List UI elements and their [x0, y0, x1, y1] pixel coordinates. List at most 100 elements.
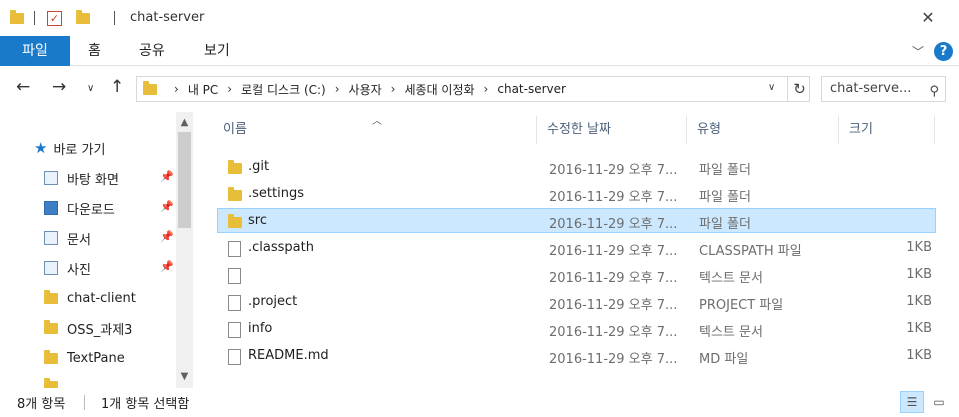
file-icon: [228, 322, 241, 338]
column-header-size[interactable]: 크기: [839, 116, 935, 144]
file-name: info: [248, 321, 273, 336]
breadcrumb-item[interactable]: 세종대 이정화: [404, 81, 474, 98]
file-icon: [228, 349, 241, 365]
details-view-icon[interactable]: ☰: [900, 391, 924, 413]
window-title: chat-server: [130, 10, 205, 25]
file-type: 파일 폴더: [699, 190, 751, 205]
table-row[interactable]: src 2016-11-29 오후 7... 파일 폴더: [217, 208, 936, 233]
help-button[interactable]: ?: [934, 42, 953, 61]
nav-item-pictures[interactable]: 사진: [44, 256, 91, 280]
recent-locations-chevron-icon[interactable]: ∨: [87, 83, 94, 94]
pin-icon[interactable]: 📌: [160, 230, 174, 243]
nav-item-oss[interactable]: OSS_과제3: [44, 316, 132, 340]
column-header-type[interactable]: 유형: [687, 116, 839, 144]
forward-arrow-icon[interactable]: →: [52, 77, 66, 97]
search-box[interactable]: chat-serve... ⚲: [821, 76, 946, 102]
folder-icon: [44, 377, 58, 388]
file-type: 텍스트 문서: [699, 325, 763, 340]
breadcrumb-item[interactable]: 로컬 디스크 (C:): [241, 81, 326, 98]
file-icon: [228, 241, 241, 257]
pin-icon[interactable]: 📌: [160, 200, 174, 213]
tab-view[interactable]: 보기: [204, 36, 230, 66]
column-header-name[interactable]: 이름: [213, 116, 537, 144]
file-date: 2016-11-29 오후 7...: [549, 271, 678, 286]
search-input[interactable]: chat-serve...: [830, 81, 911, 96]
breadcrumb-item[interactable]: 내 PC: [188, 81, 218, 98]
nav-item-label: 바탕 화면: [67, 172, 119, 188]
up-arrow-icon[interactable]: ↑: [110, 77, 124, 97]
navigation-pane: ★ 바로 가기 바탕 화면 📌 다운로드 📌 문서 📌 사진 📌 chat-cl…: [0, 112, 196, 388]
documents-icon: [44, 231, 58, 245]
desktop-icon: [44, 171, 58, 185]
table-row[interactable]: .classpath 2016-11-29 오후 7... CLASSPATH 파일…: [217, 235, 936, 260]
quick-access-toolbar: ✓: [10, 9, 115, 27]
new-folder-icon[interactable]: [76, 9, 90, 24]
item-count: 8개 항목: [17, 397, 66, 412]
folder-icon: [228, 187, 242, 201]
table-row[interactable]: 2016-11-29 오후 7... 텍스트 문서 1KB: [217, 262, 936, 287]
file-date: 2016-11-29 오후 7...: [549, 163, 678, 178]
folder-icon: [44, 349, 58, 364]
nav-item-downloads[interactable]: 다운로드: [44, 196, 115, 220]
file-size: 1KB: [906, 321, 932, 336]
breadcrumb-item[interactable]: 사용자: [349, 81, 382, 98]
nav-item-textpane[interactable]: TextPane: [44, 346, 125, 370]
pin-icon[interactable]: 📌: [160, 260, 174, 273]
scroll-down-icon[interactable]: ▼: [176, 368, 193, 385]
selection-count: 1개 항목 선택함: [101, 397, 190, 412]
folder-icon[interactable]: [10, 9, 24, 24]
nav-item-label: 다운로드: [67, 202, 115, 218]
nav-quick-access[interactable]: ★ 바로 가기: [34, 136, 105, 160]
file-name: .git: [248, 159, 270, 174]
file-icon: [228, 295, 241, 311]
file-type: 파일 폴더: [699, 163, 751, 178]
folder-icon: [44, 289, 58, 304]
refresh-icon[interactable]: ↻: [787, 76, 811, 102]
nav-item-chat-client[interactable]: chat-client: [44, 286, 136, 310]
file-list: ︿ 이름 수정한 날짜 유형 크기 .git 2016-11-29 오후 7...…: [213, 112, 959, 388]
table-row[interactable]: .git 2016-11-29 오후 7... 파일 폴더: [217, 154, 936, 179]
nav-item-documents[interactable]: 문서: [44, 226, 91, 250]
close-window-button[interactable]: ✕: [918, 8, 938, 28]
nav-item-label: 문서: [67, 232, 91, 248]
table-row[interactable]: info 2016-11-29 오후 7... 텍스트 문서 1KB: [217, 316, 936, 341]
navigation-bar: ← → ∨ ↑ › 내 PC › 로컬 디스크 (C:) › 사용자 › 세종대…: [0, 66, 959, 112]
back-arrow-icon[interactable]: ←: [16, 77, 30, 97]
properties-check-icon[interactable]: ✓: [47, 10, 62, 26]
column-header-date[interactable]: 수정한 날짜: [537, 116, 687, 144]
address-dropdown-icon[interactable]: ∨: [768, 82, 775, 93]
folder-icon: [228, 160, 242, 174]
file-date: 2016-11-29 오후 7...: [549, 244, 678, 259]
nav-scrollbar[interactable]: ▲ ▼: [176, 112, 193, 388]
scrollbar-thumb[interactable]: [178, 132, 191, 228]
file-size: 1KB: [906, 294, 932, 309]
toolbar-separator: [34, 11, 35, 25]
file-date: 2016-11-29 오후 7...: [549, 298, 678, 313]
pin-icon[interactable]: 📌: [160, 170, 174, 183]
file-type: MD 파일: [699, 352, 749, 367]
tab-home[interactable]: 홈: [88, 36, 101, 66]
ribbon: 파일 홈 공유 보기 ﹀ ?: [0, 36, 959, 66]
title-bar: ✓ chat-server ✕: [0, 0, 959, 36]
scroll-up-icon[interactable]: ▲: [176, 114, 193, 131]
large-icons-view-icon[interactable]: ▭: [927, 391, 951, 413]
file-size: 1KB: [906, 348, 932, 363]
table-row[interactable]: .settings 2016-11-29 오후 7... 파일 폴더: [217, 181, 936, 206]
breadcrumb-item[interactable]: chat-server: [497, 82, 566, 96]
file-date: 2016-11-29 오후 7...: [549, 352, 678, 367]
status-bar: 8개 항목 1개 항목 선택함 ☰ ▭: [0, 388, 959, 417]
tab-share[interactable]: 공유: [139, 36, 165, 66]
file-type: PROJECT 파일: [699, 298, 784, 313]
nav-item-partial[interactable]: ...: [44, 374, 79, 388]
table-row[interactable]: README.md 2016-11-29 오후 7... MD 파일 1KB: [217, 343, 936, 368]
nav-item-desktop[interactable]: 바탕 화면: [44, 166, 119, 190]
folder-icon: [228, 214, 242, 228]
address-bar[interactable]: › 내 PC › 로컬 디스크 (C:) › 사용자 › 세종대 이정화 › c…: [136, 76, 810, 102]
chevron-down-icon[interactable]: ﹀: [912, 43, 924, 60]
file-date: 2016-11-29 오후 7...: [549, 217, 678, 232]
nav-item-label: chat-client: [67, 290, 136, 306]
file-name: .project: [248, 294, 298, 309]
tab-file[interactable]: 파일: [0, 36, 70, 66]
table-row[interactable]: .project 2016-11-29 오후 7... PROJECT 파일 1KB: [217, 289, 936, 314]
star-icon: ★: [34, 139, 48, 157]
